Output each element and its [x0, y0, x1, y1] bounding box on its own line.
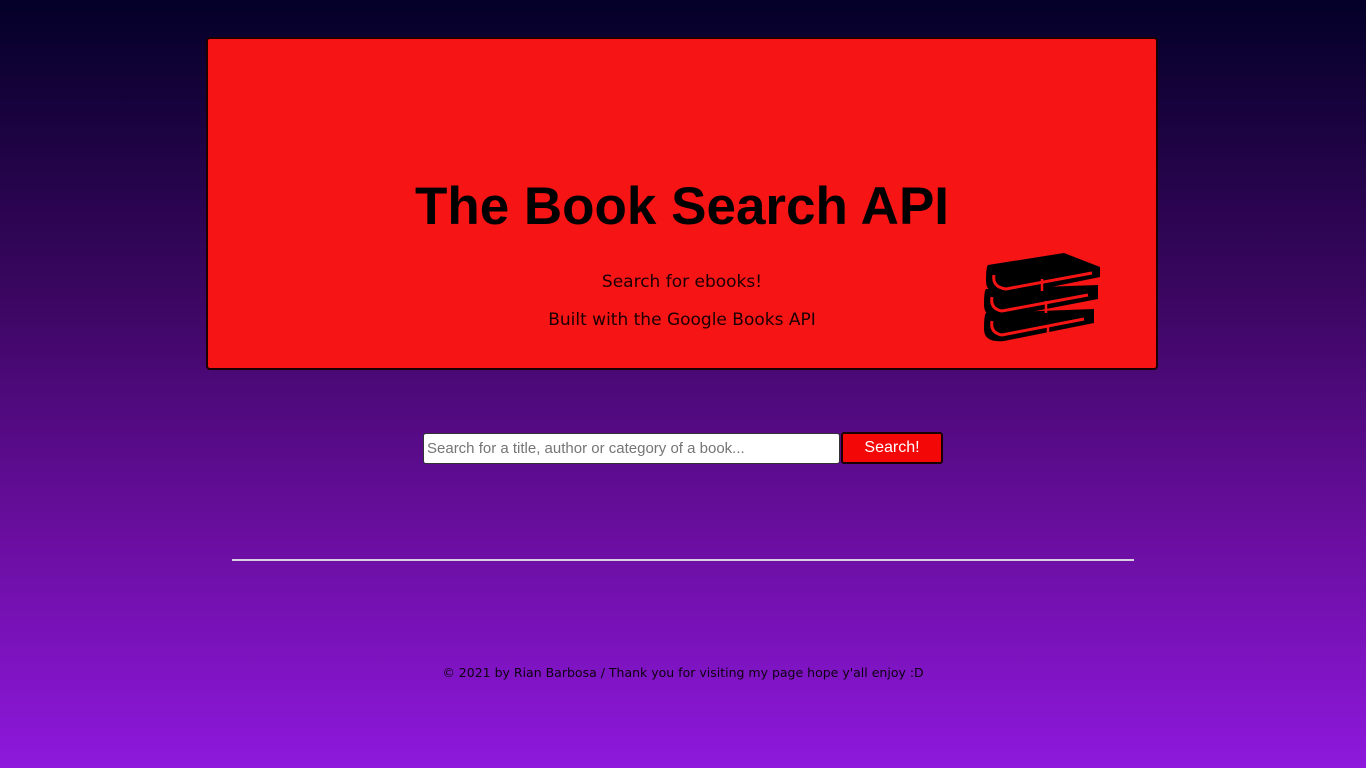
search-bar: Search!	[423, 432, 943, 464]
search-button[interactable]: Search!	[841, 432, 943, 464]
books-stack-icon	[984, 253, 1100, 342]
results-divider	[232, 559, 1134, 561]
header-banner: The Book Search API Search for ebooks! B…	[206, 37, 1158, 370]
search-input[interactable]	[423, 432, 840, 464]
footer-text: © 2021 by Rian Barbosa / Thank you for v…	[442, 665, 924, 680]
page-title: The Book Search API	[414, 177, 950, 236]
